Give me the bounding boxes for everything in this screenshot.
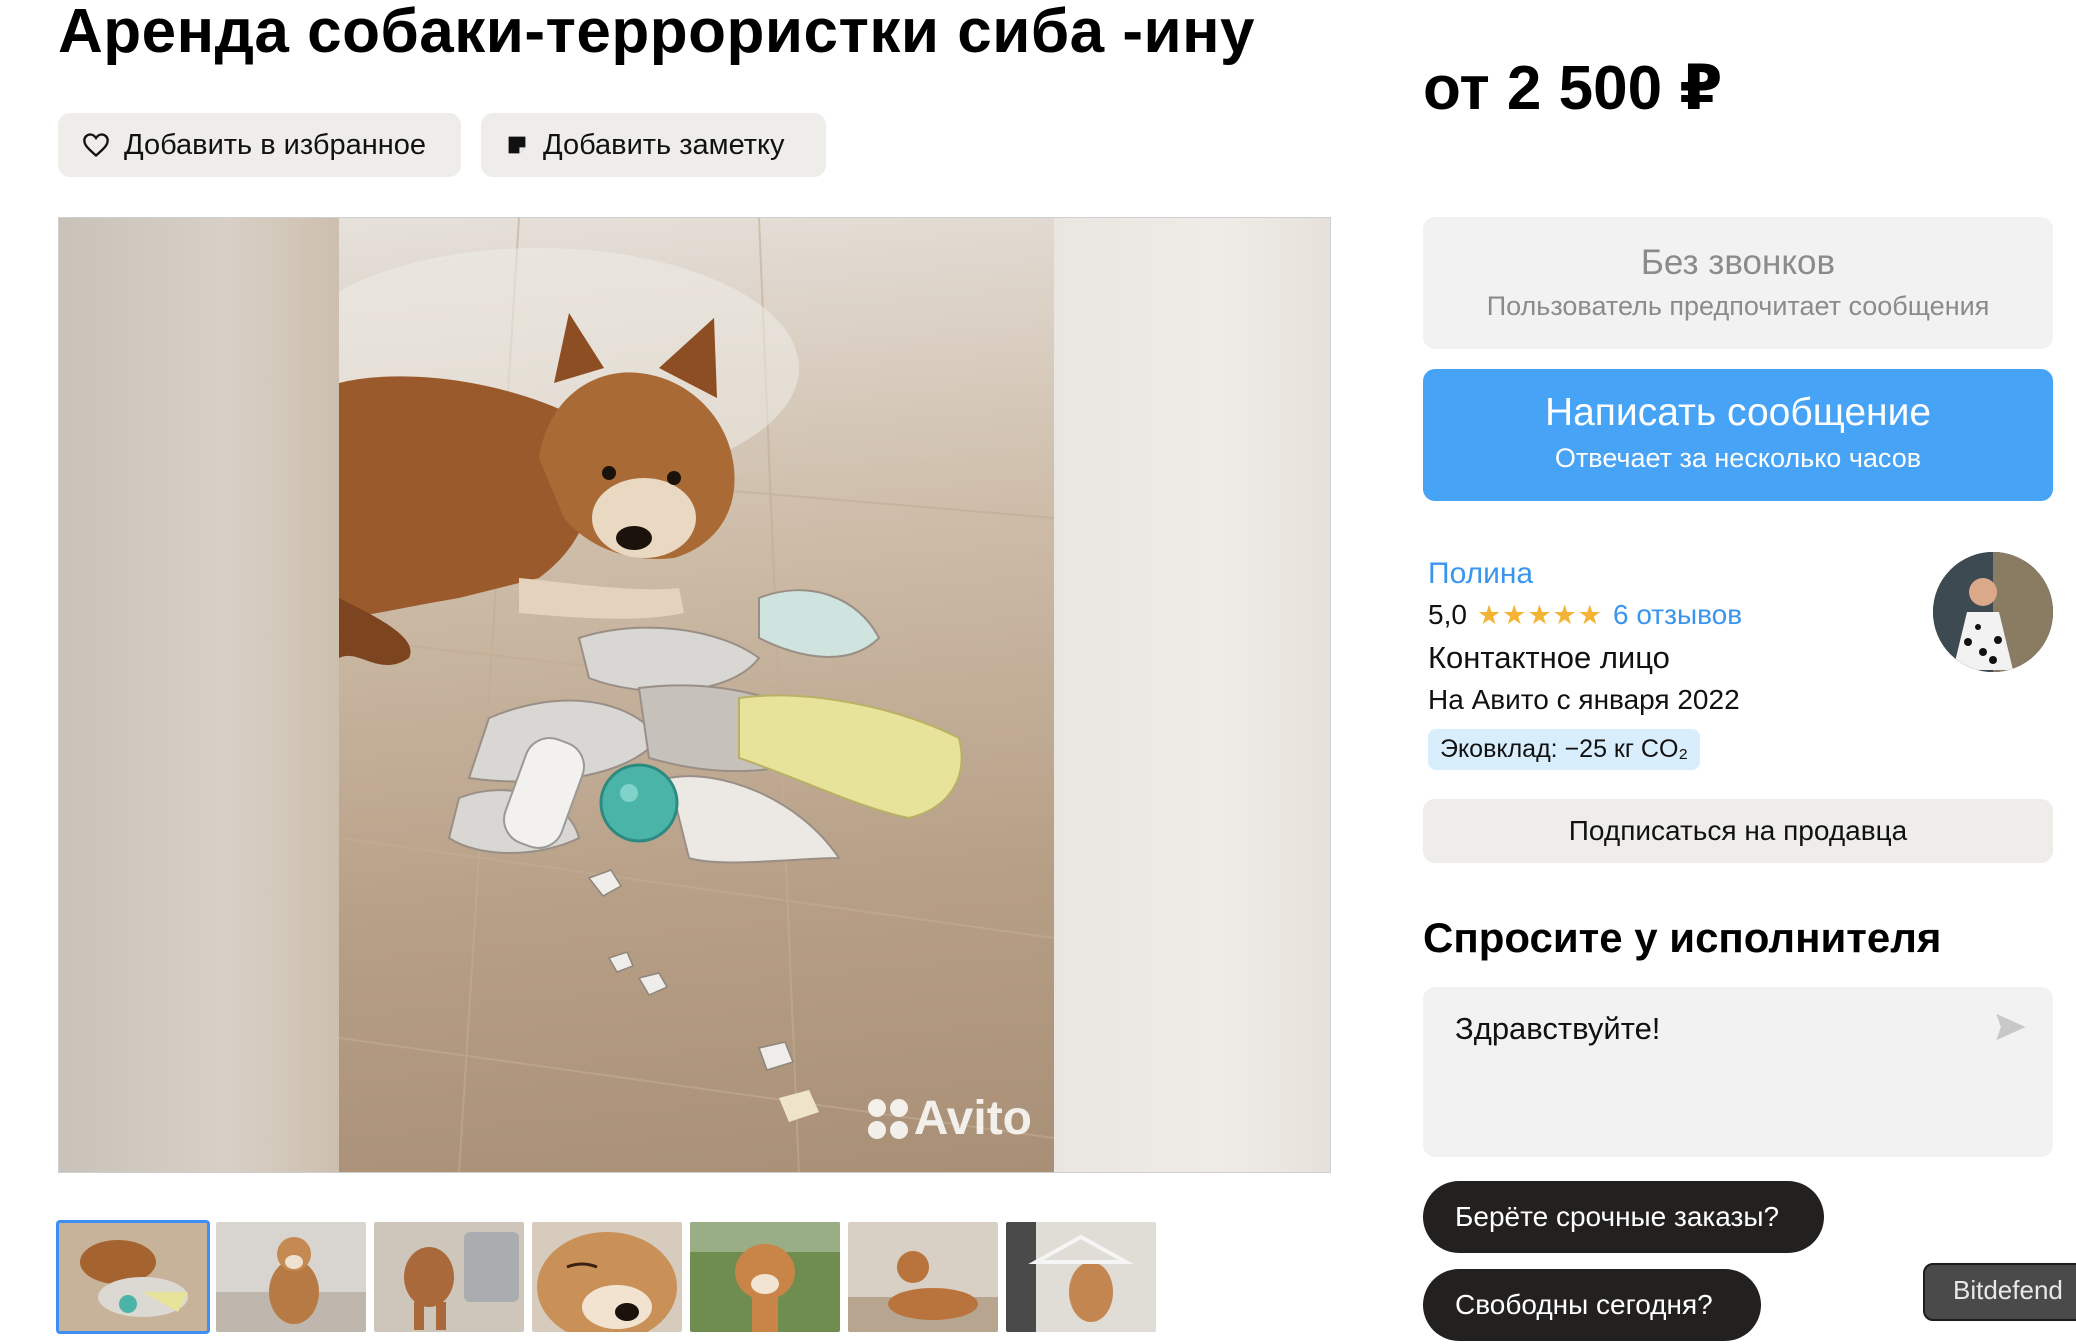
quick-reply-urgent[interactable]: Берёте срочные заказы? xyxy=(1423,1181,1824,1253)
gallery-blur-right xyxy=(1052,218,1330,1172)
thumbnail-5[interactable] xyxy=(690,1222,840,1332)
rating-value: 5,0 xyxy=(1428,599,1467,630)
heart-icon xyxy=(83,133,109,158)
seller-avatar[interactable] xyxy=(1933,552,2053,672)
ask-section-title: Спросите у исполнителя xyxy=(1423,914,1942,961)
eco-badge: Эковклад: −25 кг CO₂ xyxy=(1428,729,1701,770)
subscribe-seller-button[interactable]: Подписаться на продавца xyxy=(1423,799,2053,863)
write-message-label: Написать сообщение xyxy=(1544,391,1932,434)
bitdefender-extension-tab[interactable]: Bitdefend xyxy=(1923,1263,2076,1321)
no-calls-subtitle: Пользователь предпочитает сообщения xyxy=(1486,291,1990,321)
ask-message-value[interactable]: Здравствуйте! xyxy=(1455,1011,1660,1047)
add-to-favorites-button[interactable]: Добавить в избранное xyxy=(58,113,461,177)
photo-gallery[interactable]: Avito xyxy=(58,217,1331,1173)
no-calls-notice: Без звонков Пользователь предпочитает со… xyxy=(1423,217,2053,349)
avito-watermark: Avito xyxy=(867,1091,1032,1146)
thumbnail-7[interactable] xyxy=(1006,1222,1156,1332)
send-icon[interactable] xyxy=(1993,1011,2029,1043)
seller-since: На Авито с января 2022 xyxy=(1428,684,1740,715)
seller-info: Полина 5,0 ★★★★★ 6 отзывов Контактное ли… xyxy=(1428,555,1928,770)
quick-reply-today[interactable]: Свободны сегодня? xyxy=(1423,1269,1761,1341)
dog-photo-illustration xyxy=(339,218,1054,1172)
thumbnail-4[interactable] xyxy=(532,1222,682,1332)
gallery-blur-left xyxy=(59,218,339,1172)
thumbnail-strip xyxy=(56,1220,1156,1334)
response-time-label: Отвечает за несколько часов xyxy=(1554,443,1922,473)
thumbnail-6[interactable] xyxy=(848,1222,998,1332)
thumbnail-2[interactable] xyxy=(216,1222,366,1332)
avito-logo-icon xyxy=(867,1098,908,1139)
note-icon xyxy=(508,136,526,154)
thumbnail-3[interactable] xyxy=(374,1222,524,1332)
reviews-link[interactable]: 6 отзывов xyxy=(1613,593,1742,637)
rating-stars-icon: ★★★★★ xyxy=(1476,600,1603,630)
seller-name-link[interactable]: Полина xyxy=(1428,555,1928,593)
ask-message-input[interactable]: Здравствуйте! xyxy=(1423,987,2053,1157)
thumbnail-1[interactable] xyxy=(56,1220,210,1334)
add-note-label: Добавить заметку xyxy=(543,128,785,161)
no-calls-title: Без звонков xyxy=(1640,243,1836,282)
add-note-button[interactable]: Добавить заметку xyxy=(481,113,826,177)
add-to-favorites-label: Добавить в избранное xyxy=(124,128,427,161)
seller-rating: 5,0 ★★★★★ 6 отзывов xyxy=(1428,593,1928,637)
page-title: Аренда собаки-террористки сиба -ину xyxy=(58,0,1256,66)
avito-watermark-text: Avito xyxy=(913,1092,1032,1145)
main-photo[interactable]: Avito xyxy=(339,218,1054,1172)
write-message-button[interactable]: Написать сообщение Отвечает за несколько… xyxy=(1423,369,2053,501)
listing-price: от 2 500 ₽ xyxy=(1423,54,1723,123)
seller-role: Контактное лицо xyxy=(1428,640,1670,675)
